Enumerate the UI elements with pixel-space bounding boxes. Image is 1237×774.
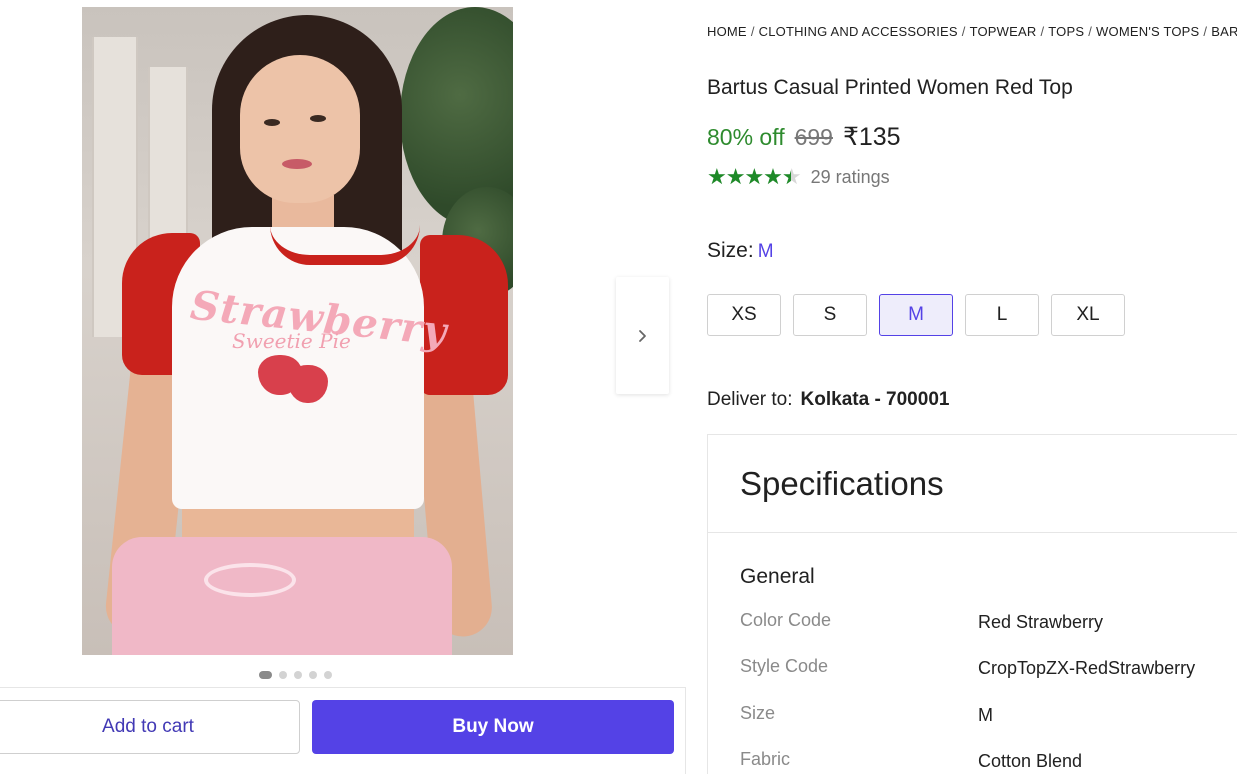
breadcrumb-link[interactable]: WOMEN'S TOPS [1096,24,1199,39]
red-collar [270,225,420,265]
size-options: XS S M L XL [707,294,1125,336]
spec-group-title: General [740,565,815,588]
spec-key: Color Code [740,610,832,630]
breadcrumb-separator: / [750,24,755,39]
breadcrumb-separator: / [1040,24,1045,39]
model-eye [264,119,280,126]
delivery-location[interactable]: Kolkata - 700001 [801,389,950,410]
selected-size: M [757,241,774,262]
carousel-dot[interactable] [259,671,272,679]
carousel-next-button[interactable] [616,277,669,394]
model-face [240,55,360,203]
specifications-panel: Specifications General Color Code Red Str… [707,434,1237,774]
carousel-dot[interactable] [324,671,332,679]
size-option-m[interactable]: M [879,294,953,336]
spec-value: Cotton Blend [978,751,1083,771]
breadcrumb-separator: / [1203,24,1208,39]
shirt-print-subtitle: Sweetie Pie [232,329,351,353]
rating-row[interactable]: ★★★★★ ★★★★★ 29 ratings [707,166,890,188]
breadcrumb-link[interactable]: BARTUS [1211,24,1237,39]
product-title: Bartus Casual Printed Women Red Top [707,76,1073,99]
size-option-xs[interactable]: XS [707,294,781,336]
pink-shorts [112,537,452,655]
breadcrumb-separator: / [961,24,966,39]
price-row: 80% off 699 ₹135 [707,122,901,152]
chevron-right-icon [638,329,646,342]
carousel-dot[interactable] [309,671,317,679]
spec-key: Size [740,703,776,723]
breadcrumb: HOME / CLOTHING AND ACCESSORIES / TOPWEAR / TO… [707,24,1237,39]
spec-value: CropTopZX-RedStrawberry [978,658,1196,678]
spec-value: Red Strawberry [978,612,1104,632]
carousel-dot[interactable] [294,671,302,679]
breadcrumb-separator: / [1088,24,1093,39]
size-label-text: Size: [707,239,754,262]
star-rating: ★★★★★ ★★★★★ [707,166,802,188]
spec-value: M [978,705,993,725]
delivery-info[interactable]: Deliver to: Kolkata - 700001 [707,389,949,411]
spec-key: Style Code [740,656,829,676]
selling-price: ₹135 [842,123,901,151]
buy-now-button[interactable]: Buy Now [312,700,674,754]
size-option-s[interactable]: S [793,294,867,336]
breadcrumb-link[interactable]: CLOTHING AND ACCESSORIES [759,24,958,39]
star-icons-filled: ★★★★★ [707,166,791,188]
breadcrumb-link[interactable]: HOME [707,24,747,39]
size-option-l[interactable]: L [965,294,1039,336]
carousel-dots [259,671,332,679]
specifications-heading: Specifications [708,435,1237,533]
rating-count: 29 ratings [810,166,890,187]
deliver-label: Deliver to: [707,389,793,410]
discount-percent: 80% off [707,124,785,150]
model-eye [310,115,326,122]
size-option-xl[interactable]: XL [1051,294,1125,336]
breadcrumb-link[interactable]: TOPWEAR [970,24,1037,39]
model-lips [282,159,312,169]
shorts-drawstring [204,563,296,597]
carousel-dot[interactable] [279,671,287,679]
original-price: 699 [794,124,833,150]
spec-key: Fabric [740,749,791,769]
product-image[interactable]: Strawberry Sweetie Pie [82,7,513,655]
breadcrumb-link[interactable]: TOPS [1048,24,1084,39]
action-bar: Add to cart Buy Now [0,687,686,774]
size-label: Size: M [707,239,774,263]
add-to-cart-button[interactable]: Add to cart [0,700,300,754]
